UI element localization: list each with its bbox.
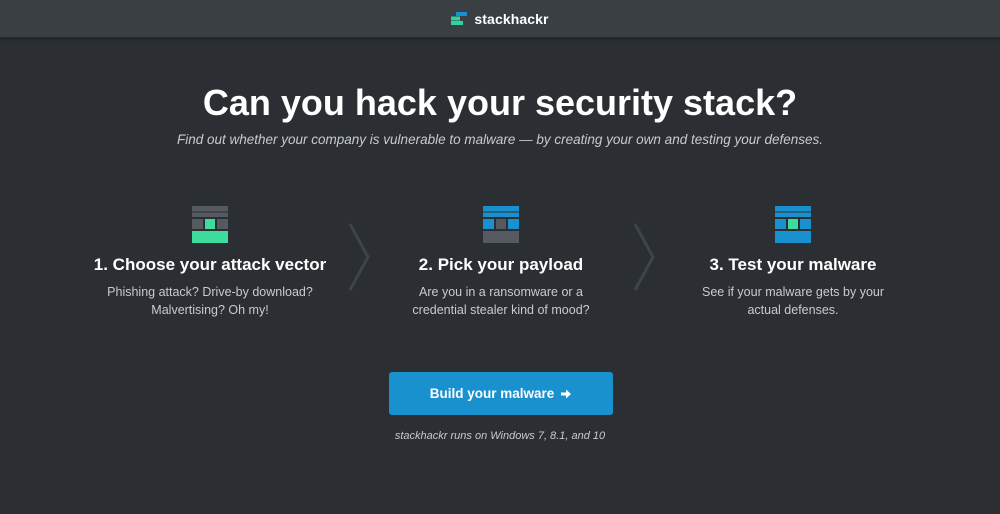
vector-stack-icon: [192, 206, 228, 243]
step-3-desc-line1: See if your malware gets by your: [701, 285, 885, 299]
brand-logo-link[interactable]: stackhackr: [451, 11, 548, 27]
step-2-desc-line2: credential stealer kind of mood?: [412, 303, 590, 317]
page-subtitle: Find out whether your company is vulnera…: [176, 132, 824, 147]
step-2-desc-line1: Are you in a ransomware or a: [419, 285, 583, 299]
payload-stack-icon: [483, 206, 519, 243]
step-1: 1. Choose your attack vector Phishing at…: [80, 206, 340, 319]
chevron-right-icon: [633, 223, 655, 291]
arrow-right-icon: [561, 389, 572, 398]
stack-logo-icon: [451, 12, 468, 25]
top-bar: stackhackr: [0, 0, 1000, 38]
build-malware-button-label: Build your malware: [429, 386, 555, 401]
step-1-title: 1. Choose your attack vector: [93, 255, 327, 274]
step-1-description: Phishing attack? Drive-by download? Malv…: [95, 283, 325, 319]
page-title: Can you hack your security stack?: [202, 82, 798, 123]
step-3: 3. Test your malware See if your malware…: [663, 206, 923, 319]
step-2-title: 2. Pick your payload: [418, 255, 584, 274]
test-stack-icon: [775, 206, 811, 243]
brand-name: stackhackr: [474, 10, 549, 27]
step-2: 2. Pick your payload Are you in a ransom…: [371, 206, 631, 319]
step-1-desc-line2: Malvertising? Oh my!: [151, 303, 269, 317]
build-malware-button[interactable]: Build your malware: [389, 372, 613, 415]
step-3-description: See if your malware gets by your actual …: [678, 283, 908, 319]
step-3-title: 3. Test your malware: [709, 255, 877, 274]
step-3-desc-line2: actual defenses.: [747, 303, 839, 317]
platform-note: stackhackr runs on Windows 7, 8.1, and 1…: [394, 430, 606, 442]
chevron-right-icon: [348, 223, 370, 291]
step-1-desc-line1: Phishing attack? Drive-by download?: [107, 285, 313, 299]
step-2-description: Are you in a ransomware or a credential …: [386, 283, 616, 319]
